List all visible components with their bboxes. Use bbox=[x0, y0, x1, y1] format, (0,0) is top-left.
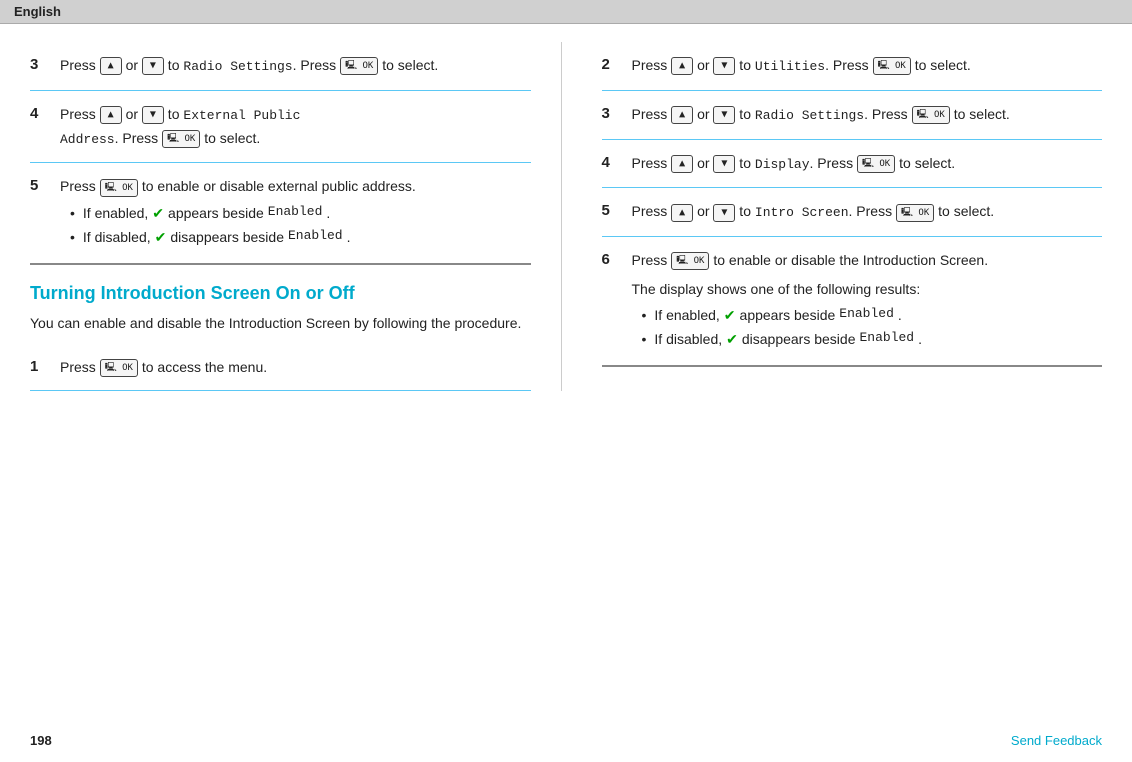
bullet-list: If enabled, ✔ appears beside Enabled. If… bbox=[632, 304, 1103, 351]
step-number: 6 bbox=[602, 251, 622, 268]
arrow-down-icon bbox=[713, 106, 735, 124]
right-step-5: 5 Press or to Intro Screen. Press 🖳 OK t… bbox=[602, 188, 1103, 237]
left-step-5: 5 Press 🖳 OK to enable or disable extern… bbox=[30, 163, 531, 264]
ok-btn-icon: 🖳 OK bbox=[162, 130, 200, 148]
section-intro: You can enable and disable the Introduct… bbox=[30, 312, 531, 334]
step-content: Press or to Intro Screen. Press 🖳 OK to … bbox=[632, 200, 1103, 224]
checkmark-icon: ✔ bbox=[724, 304, 736, 326]
right-step-3: 3 Press or to Radio Settings. Press 🖳 OK… bbox=[602, 91, 1103, 140]
menu-item: Radio Settings bbox=[755, 108, 864, 123]
arrow-up-icon bbox=[671, 57, 693, 75]
send-feedback-link[interactable]: Send Feedback bbox=[1011, 733, 1102, 748]
checkmark-icon: ✔ bbox=[155, 226, 167, 248]
step-content: Press or to Utilities. Press 🖳 OK to sel… bbox=[632, 54, 1103, 78]
step-content: Press 🖳 OK to enable or disable external… bbox=[60, 175, 531, 250]
right-column: 2 Press or to Utilities. Press 🖳 OK to s… bbox=[592, 42, 1103, 391]
arrow-down-icon bbox=[713, 204, 735, 222]
step-content: Press or to External PublicAddress. Pres… bbox=[60, 103, 531, 151]
arrow-up-icon bbox=[671, 204, 693, 222]
right-step-4: 4 Press or to Display. Press 🖳 OK to sel… bbox=[602, 140, 1103, 189]
left-column: 3 Press or to Radio Settings. Press 🖳 OK… bbox=[30, 42, 562, 391]
ok-btn-icon: 🖳 OK bbox=[857, 155, 895, 173]
enabled-label: Enabled bbox=[839, 304, 894, 325]
page-header: English bbox=[0, 0, 1132, 24]
enabled-label: Enabled bbox=[288, 226, 343, 247]
step-number: 3 bbox=[30, 56, 50, 73]
list-item: If enabled, ✔ appears beside Enabled. bbox=[642, 304, 1103, 326]
arrow-down-icon bbox=[713, 57, 735, 75]
page-footer: 198 Send Feedback bbox=[30, 733, 1102, 748]
left-step-3: 3 Press or to Radio Settings. Press 🖳 OK… bbox=[30, 42, 531, 91]
result-intro: The display shows one of the following r… bbox=[632, 278, 1103, 300]
right-step-6: 6 Press 🖳 OK to enable or disable the In… bbox=[602, 237, 1103, 367]
list-item: If enabled, ✔ appears beside Enabled. bbox=[70, 202, 531, 224]
arrow-down-icon bbox=[142, 106, 164, 124]
section-title: Turning Introduction Screen On or Off bbox=[30, 283, 531, 304]
enabled-label: Enabled bbox=[860, 328, 915, 349]
ok-btn-icon: 🖳 OK bbox=[896, 204, 934, 222]
checkmark-icon: ✔ bbox=[726, 328, 738, 350]
step-number: 2 bbox=[602, 56, 622, 73]
enabled-label: Enabled bbox=[268, 202, 323, 223]
step-number: 5 bbox=[602, 202, 622, 219]
arrow-down-icon bbox=[142, 57, 164, 75]
arrow-up-icon bbox=[671, 106, 693, 124]
menu-item: Display bbox=[755, 157, 810, 172]
step-content: Press 🖳 OK to access the menu. bbox=[60, 356, 531, 378]
right-step-2: 2 Press or to Utilities. Press 🖳 OK to s… bbox=[602, 42, 1103, 91]
menu-item: Intro Screen bbox=[755, 205, 849, 220]
ok-btn-icon: 🖳 OK bbox=[671, 252, 709, 270]
arrow-up-icon bbox=[671, 155, 693, 173]
page-number: 198 bbox=[30, 733, 52, 748]
step-content: Press or to Radio Settings. Press 🖳 OK t… bbox=[60, 54, 531, 78]
step-number: 1 bbox=[30, 358, 50, 375]
step-number: 4 bbox=[602, 154, 622, 171]
step-number: 4 bbox=[30, 105, 50, 122]
checkmark-icon: ✔ bbox=[152, 202, 164, 224]
arrow-up-icon bbox=[100, 106, 122, 124]
left-step-4: 4 Press or to External PublicAddress. Pr… bbox=[30, 91, 531, 164]
arrow-down-icon bbox=[713, 155, 735, 173]
step-content: Press 🖳 OK to enable or disable the Intr… bbox=[632, 249, 1103, 353]
ok-btn-icon: 🖳 OK bbox=[340, 57, 378, 75]
header-label: English bbox=[14, 4, 61, 19]
step-content: Press or to Display. Press 🖳 OK to selec… bbox=[632, 152, 1103, 176]
ok-btn-icon: 🖳 OK bbox=[100, 359, 138, 377]
list-item: If disabled, ✔ disappears beside Enabled… bbox=[70, 226, 531, 248]
menu-item: Radio Settings bbox=[183, 59, 292, 74]
step-content: Press or to Radio Settings. Press 🖳 OK t… bbox=[632, 103, 1103, 127]
ok-btn-icon: 🖳 OK bbox=[912, 106, 950, 124]
step-number: 5 bbox=[30, 177, 50, 194]
ok-btn-icon: 🖳 OK bbox=[873, 57, 911, 75]
list-item: If disabled, ✔ disappears beside Enabled… bbox=[642, 328, 1103, 350]
ok-btn-icon: 🖳 OK bbox=[100, 179, 138, 197]
menu-item: Utilities bbox=[755, 59, 825, 74]
step-number: 3 bbox=[602, 105, 622, 122]
left-sub-step-1: 1 Press 🖳 OK to access the menu. bbox=[30, 344, 531, 391]
arrow-up-icon bbox=[100, 57, 122, 75]
bullet-list: If enabled, ✔ appears beside Enabled. If… bbox=[60, 202, 531, 249]
